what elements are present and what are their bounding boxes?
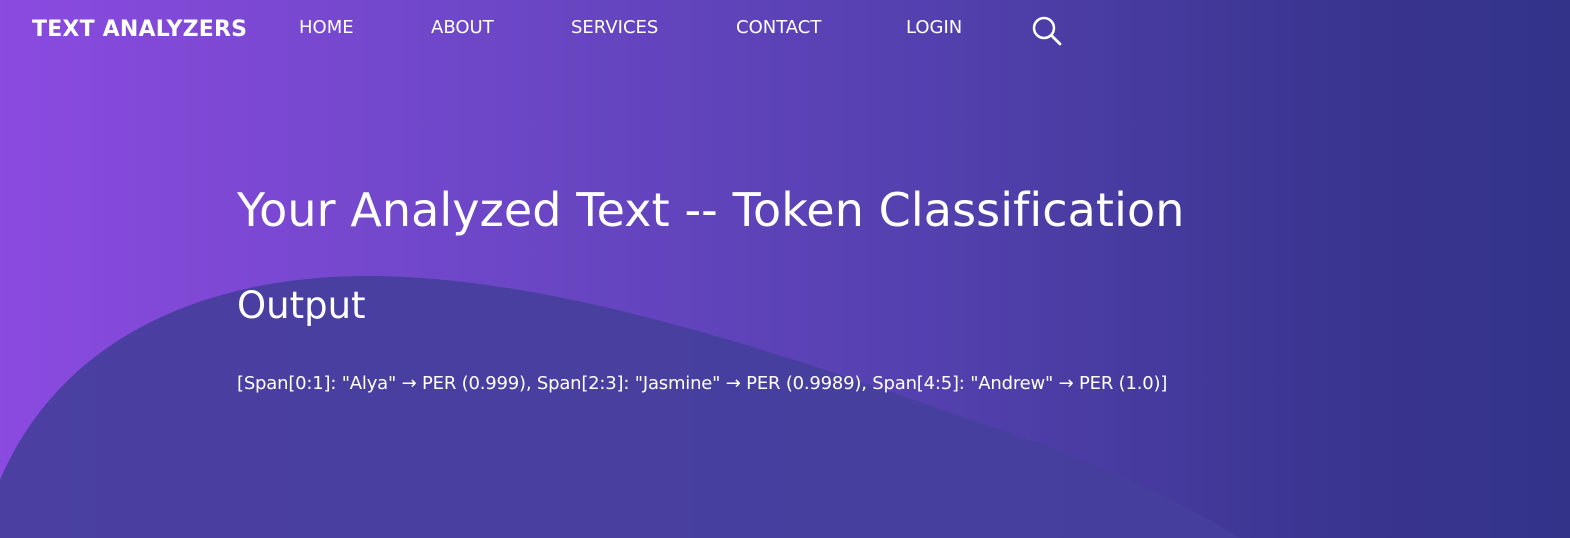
top-navbar: TEXT ANALYZERS HOME ABOUT SERVICES CONTA…: [0, 0, 1570, 60]
brand-logo[interactable]: TEXT ANALYZERS: [32, 17, 247, 42]
nav-services[interactable]: SERVICES: [571, 17, 658, 38]
nav-login[interactable]: LOGIN: [906, 17, 962, 38]
nav-contact[interactable]: CONTACT: [736, 17, 821, 38]
nav-about[interactable]: ABOUT: [431, 17, 494, 38]
page-background: TEXT ANALYZERS HOME ABOUT SERVICES CONTA…: [0, 0, 1570, 538]
classification-result: [Span[0:1]: "Alya" → PER (0.999), Span[2…: [237, 373, 1168, 394]
output-heading: Output: [237, 284, 366, 327]
search-icon[interactable]: [1031, 15, 1063, 47]
wave-shape: [0, 275, 1240, 538]
page-title: Your Analyzed Text -- Token Classificati…: [237, 183, 1185, 237]
nav-home[interactable]: HOME: [299, 17, 354, 38]
